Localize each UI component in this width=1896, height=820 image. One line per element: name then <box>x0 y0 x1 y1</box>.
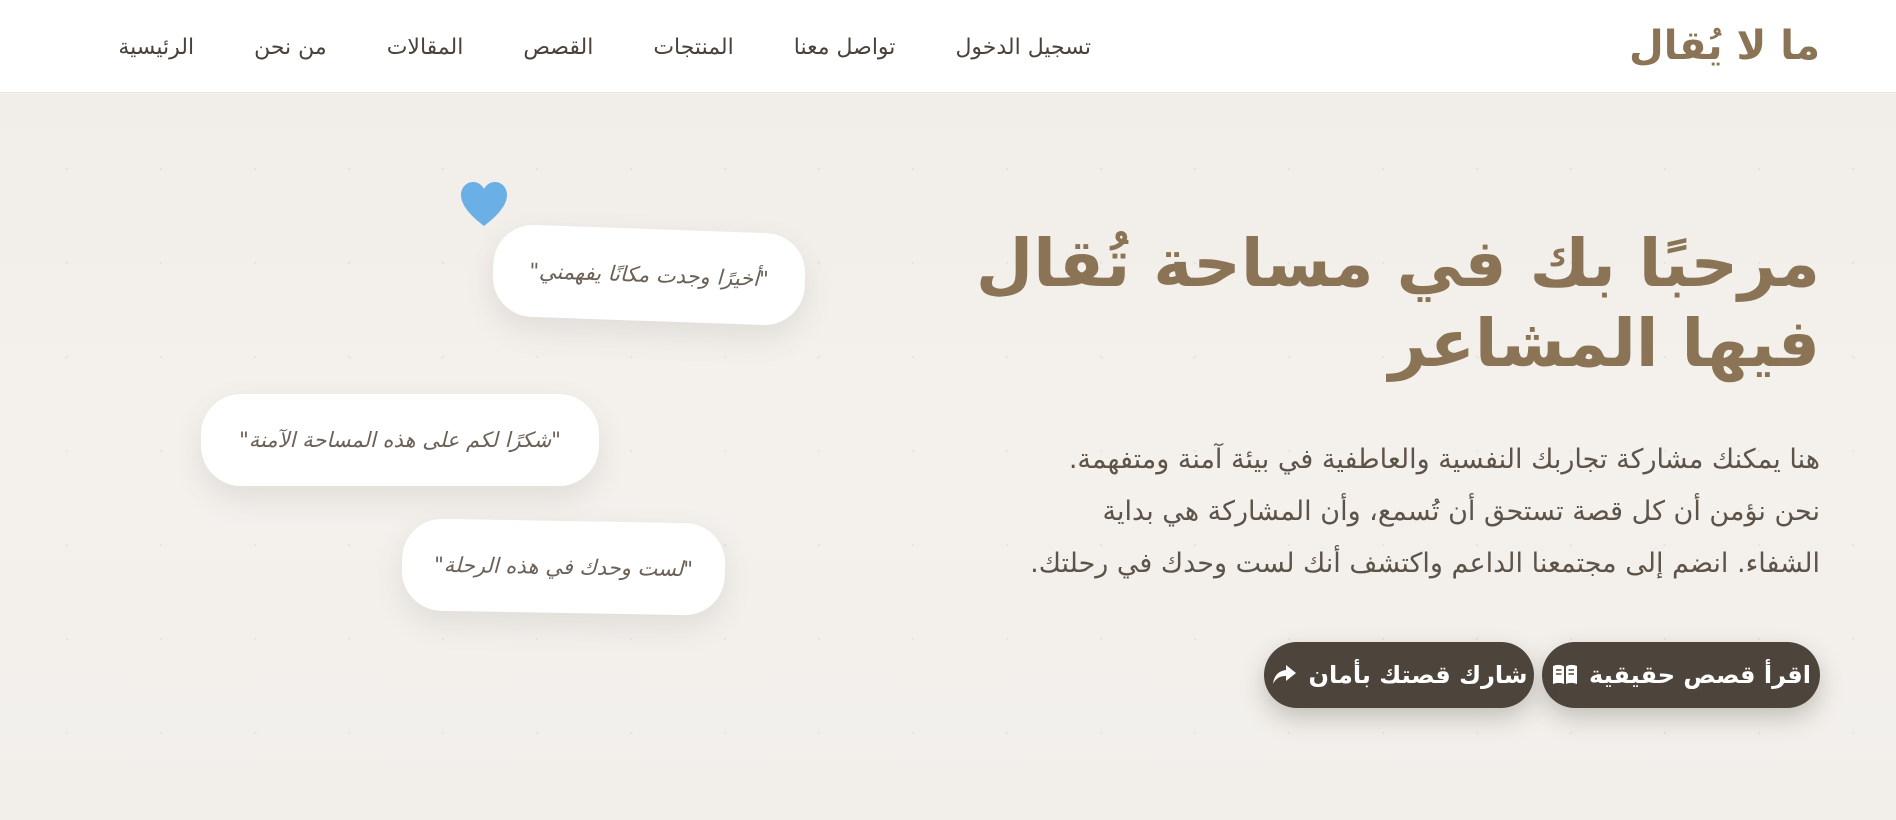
hero-desc-line-3: الشفاء. انضم إلى مجتمعنا الداعم واكتشف أ… <box>1030 548 1820 579</box>
hero-buttons: اقرأ قصص حقيقية شارك قصتك بأمان <box>1264 642 1820 708</box>
hero-section: مرحبًا بك في مساحة تُقال فيها المشاعر هن… <box>0 94 1896 820</box>
hero-title-line-1: مرحبًا بك في مساحة تُقال <box>975 225 1820 302</box>
nav-link-products[interactable]: المنتجات <box>653 34 733 62</box>
share-arrow-icon <box>1270 663 1298 687</box>
hero-desc-line-2: نحن نؤمن أن كل قصة تستحق أن تُسمع، وأن ا… <box>1102 496 1820 527</box>
heart-icon <box>458 180 510 228</box>
nav-link-home[interactable]: الرئيسية <box>118 34 194 62</box>
site-logo[interactable]: ما لا يُقال <box>1629 20 1820 72</box>
nav-links: الرئيسية من نحن المقالات القصص المنتجات … <box>118 34 1091 62</box>
book-open-icon <box>1551 663 1579 687</box>
nav-link-about[interactable]: من نحن <box>254 34 327 62</box>
read-stories-label: اقرأ قصص حقيقية <box>1589 661 1811 689</box>
read-stories-button[interactable]: اقرأ قصص حقيقية <box>1542 642 1820 708</box>
nav-link-articles[interactable]: المقالات <box>387 34 464 62</box>
nav-link-contact[interactable]: تواصل معنا <box>794 34 896 62</box>
quote-bubble-1: "أخيرًا وجدت مكانًا يفهمني" <box>491 223 807 327</box>
top-navbar: ما لا يُقال الرئيسية من نحن المقالات الق… <box>0 0 1896 93</box>
quote-text-1: "أخيرًا وجدت مكانًا يفهمني" <box>528 258 770 292</box>
hero-title: مرحبًا بك في مساحة تُقال فيها المشاعر <box>940 224 1820 384</box>
quote-bubble-3: "لست وحدك في هذه الرحلة" <box>401 518 726 616</box>
hero-title-line-2: فيها المشاعر <box>1388 305 1820 382</box>
share-story-label: شارك قصتك بأمان <box>1308 661 1528 689</box>
quote-text-2: "شكرًا لكم على هذه المساحة الآمنة" <box>239 428 561 452</box>
share-story-button[interactable]: شارك قصتك بأمان <box>1264 642 1534 708</box>
hero-desc-line-1: هنا يمكنك مشاركة تجاربك النفسية والعاطفي… <box>1068 444 1820 475</box>
nav-link-login[interactable]: تسجيل الدخول <box>955 34 1091 62</box>
quote-bubble-2: "شكرًا لكم على هذه المساحة الآمنة" <box>201 394 599 486</box>
hero-description: هنا يمكنك مشاركة تجاربك النفسية والعاطفي… <box>940 434 1820 590</box>
nav-link-stories[interactable]: القصص <box>523 34 593 62</box>
quote-text-3: "لست وحدك في هذه الرحلة" <box>433 552 694 582</box>
hero-text-block: مرحبًا بك في مساحة تُقال فيها المشاعر هن… <box>940 224 1820 590</box>
